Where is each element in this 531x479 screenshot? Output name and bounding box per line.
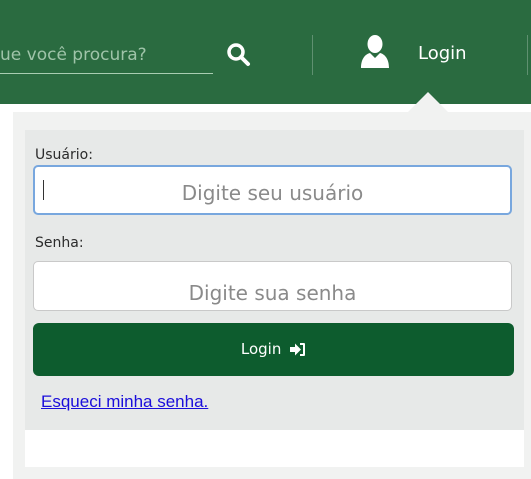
user-icon[interactable] — [360, 34, 390, 68]
nav-divider-right — [527, 35, 528, 75]
sign-in-icon — [290, 343, 306, 356]
username-label: Usuário: — [35, 147, 93, 163]
search-input-underline — [0, 73, 213, 74]
login-button-label: Login — [240, 340, 282, 358]
forgot-password-link[interactable]: Esqueci minha senha. — [41, 392, 208, 412]
password-placeholder: Digite sua senha — [188, 281, 357, 305]
dropdown-pointer — [408, 92, 448, 112]
password-field[interactable]: Digite sua senha — [33, 261, 512, 311]
nav-divider — [312, 35, 313, 75]
username-field[interactable]: Digite seu usuário — [33, 165, 512, 215]
panel-footer — [25, 430, 524, 467]
search-input[interactable]: ue você procura? — [0, 45, 147, 65]
username-placeholder: Digite seu usuário — [181, 181, 364, 205]
login-button[interactable]: Login — [33, 323, 514, 376]
login-nav-link[interactable]: Login — [418, 43, 467, 64]
search-icon[interactable] — [225, 41, 251, 67]
top-navigation-bar: ue você procura? Login — [0, 0, 531, 104]
password-label: Senha: — [35, 235, 84, 251]
